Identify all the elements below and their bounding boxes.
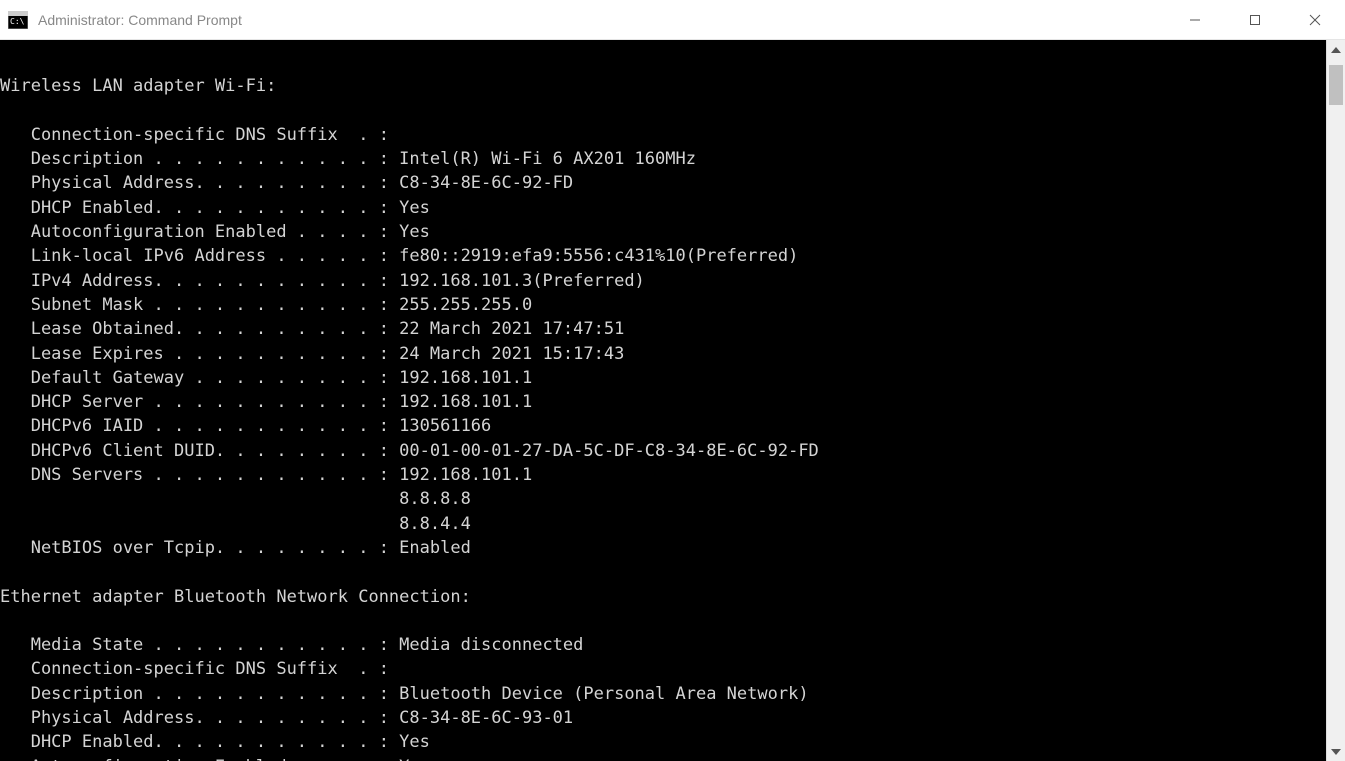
- window-controls: [1165, 0, 1345, 39]
- scroll-down-button[interactable]: [1327, 742, 1345, 761]
- terminal-output[interactable]: Wireless LAN adapter Wi-Fi: Connection-s…: [0, 40, 1326, 761]
- scrollbar[interactable]: [1326, 40, 1345, 761]
- maximize-button[interactable]: [1225, 0, 1285, 39]
- svg-text:C:\: C:\: [10, 17, 25, 26]
- scroll-thumb[interactable]: [1329, 65, 1343, 105]
- content-area: Wireless LAN adapter Wi-Fi: Connection-s…: [0, 40, 1345, 761]
- close-button[interactable]: [1285, 0, 1345, 39]
- titlebar: C:\ Administrator: Command Prompt: [0, 0, 1345, 40]
- chevron-up-icon: [1331, 47, 1341, 53]
- scroll-up-button[interactable]: [1327, 40, 1345, 59]
- cmd-icon: C:\: [8, 11, 28, 29]
- window-title: Administrator: Command Prompt: [38, 12, 1165, 28]
- minimize-button[interactable]: [1165, 0, 1225, 39]
- chevron-down-icon: [1331, 749, 1341, 755]
